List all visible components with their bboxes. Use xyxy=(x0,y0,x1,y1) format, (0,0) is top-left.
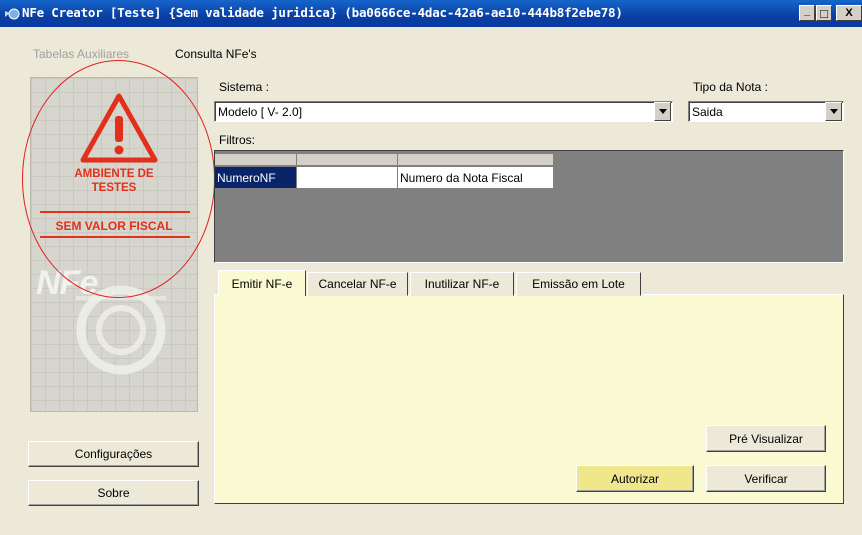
tipo-nota-value: Saida xyxy=(692,104,723,119)
sobre-button[interactable]: Sobre xyxy=(28,480,199,506)
filter-value-cell[interactable] xyxy=(297,167,398,189)
sistema-select[interactable]: Modelo [ V- 2.0] xyxy=(214,101,673,122)
filtros-label: Filtros: xyxy=(219,133,255,147)
filter-description-cell: Numero da Nota Fiscal xyxy=(398,167,554,189)
chevron-down-icon xyxy=(829,109,838,114)
sistema-value: Modelo [ V- 2.0] xyxy=(218,104,303,119)
restore-icon: □ xyxy=(820,5,828,21)
configuracoes-button[interactable]: Configurações xyxy=(28,441,199,467)
close-icon: X xyxy=(845,6,853,19)
minimize-button[interactable]: _ xyxy=(799,5,815,21)
tipo-nota-select[interactable]: Saida xyxy=(688,101,844,122)
tab-cancelar-nfe[interactable]: Cancelar NF-e xyxy=(307,272,408,296)
restore-button[interactable]: □ xyxy=(816,5,832,21)
grid-header-cell xyxy=(297,154,398,166)
annotation-circle xyxy=(22,60,215,298)
autorizar-button[interactable]: Autorizar xyxy=(576,465,694,492)
menu-consulta-nfes[interactable]: Consulta NFe's xyxy=(175,47,257,61)
close-button[interactable]: X xyxy=(836,5,862,21)
grid-header-cell xyxy=(398,154,554,166)
menu-tabelas-auxiliares[interactable]: Tabelas Auxiliares xyxy=(33,47,129,61)
tipo-nota-dropdown-button[interactable] xyxy=(825,102,842,121)
tab-emitir-nfe[interactable]: Emitir NF-e xyxy=(218,270,306,296)
grid-header-cell xyxy=(215,154,297,166)
verificar-button[interactable]: Verificar xyxy=(706,465,826,492)
pre-visualizar-button[interactable]: Pré Visualizar xyxy=(706,425,826,452)
tab-emissao-lote[interactable]: Emissão em Lote xyxy=(516,272,641,296)
minimize-icon: _ xyxy=(803,4,811,17)
tipo-nota-label: Tipo da Nota : xyxy=(693,80,768,94)
sistema-dropdown-button[interactable] xyxy=(654,102,671,121)
app-icon xyxy=(4,6,20,22)
filter-name-cell[interactable]: NumeroNF xyxy=(215,167,297,189)
filters-grid: NumeroNF Numero da Nota Fiscal xyxy=(214,150,844,263)
tab-inutilizar-nfe[interactable]: Inutilizar NF-e xyxy=(410,272,514,296)
chevron-down-icon xyxy=(658,109,667,114)
window-title: NFe Creator [Teste] {Sem validade juridi… xyxy=(22,5,623,20)
sistema-label: Sistema : xyxy=(219,80,270,94)
